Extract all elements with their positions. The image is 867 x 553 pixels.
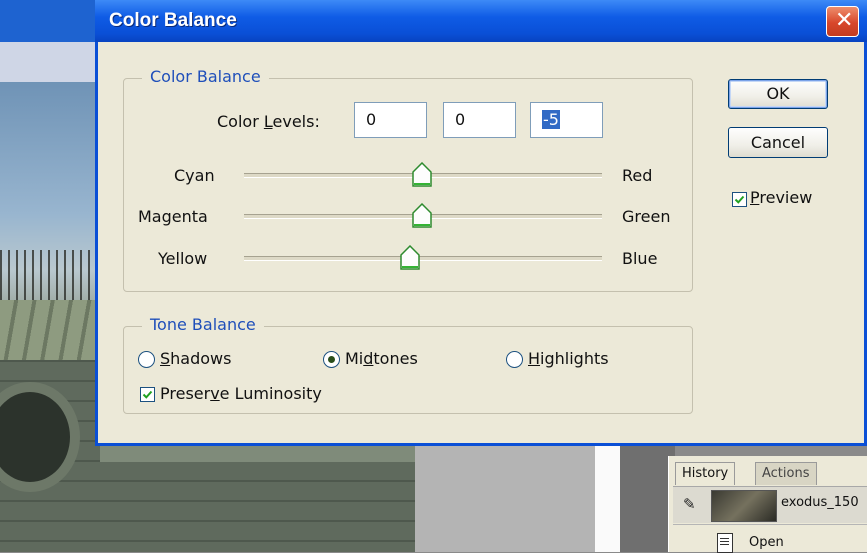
workspace-dark-area (620, 440, 675, 552)
yellow-blue-slider-track[interactable] (244, 256, 602, 261)
radio-selected-dot (328, 356, 335, 363)
history-brush-icon[interactable]: ✎ (683, 495, 701, 513)
close-button[interactable]: ✕ (826, 6, 859, 37)
highlights-radio[interactable] (506, 351, 523, 368)
snapshot-name: exodus_150 (781, 495, 859, 510)
shadows-radio[interactable] (138, 351, 155, 368)
photo-fence (0, 250, 100, 300)
tone-balance-group: Tone Balance Shadows Midtones Highlights… (123, 315, 693, 414)
cyan-red-level-input[interactable]: 0 (354, 102, 427, 138)
yellow-label: Yellow (158, 249, 208, 268)
tab-actions[interactable]: Actions (755, 462, 817, 485)
history-state-row[interactable]: Open (673, 524, 867, 553)
photo-roof (0, 300, 100, 360)
tone-balance-legend: Tone Balance (142, 315, 264, 334)
app-menu-area (0, 42, 100, 82)
close-icon: ✕ (835, 8, 854, 33)
preview-checkbox[interactable] (732, 192, 747, 207)
cyan-red-slider-thumb[interactable] (412, 162, 432, 188)
history-snapshot-row[interactable]: ✎ exodus_150 (673, 486, 867, 523)
check-icon (734, 195, 745, 204)
dialog-title: Color Balance (109, 10, 237, 31)
color-balance-legend: Color Balance (142, 67, 269, 86)
cyan-label: Cyan (174, 166, 215, 185)
magenta-green-level-input[interactable]: 0 (443, 102, 516, 138)
snapshot-thumbnail (711, 490, 777, 522)
shadows-label[interactable]: Shadows (160, 349, 231, 368)
tab-history[interactable]: History (675, 462, 736, 485)
color-levels-label: Color Levels: (217, 112, 320, 131)
red-label: Red (622, 166, 653, 185)
dialog-title-bar[interactable]: Color Balance ✕ (95, 0, 867, 42)
yellow-blue-slider-thumb[interactable] (400, 245, 420, 271)
workspace-background (415, 440, 595, 552)
check-icon (142, 390, 153, 399)
selected-level-text: -5 (542, 110, 560, 129)
history-state-label: Open (749, 535, 784, 550)
color-balance-dialog: Color Balance ✕ Color Balance Color Leve… (95, 0, 867, 446)
magenta-label: Magenta (138, 207, 208, 226)
preview-label[interactable]: Preview (750, 188, 812, 207)
workspace-divider (595, 440, 620, 552)
preserve-luminosity-label[interactable]: Preserve Luminosity (160, 384, 322, 403)
yellow-blue-level-input[interactable]: -5 (530, 102, 603, 138)
ok-button[interactable]: OK (728, 79, 828, 109)
history-panel: History Actions ✎ exodus_150 Open (668, 456, 867, 553)
midtones-label[interactable]: Midtones (345, 349, 418, 368)
document-icon (717, 533, 733, 553)
magenta-green-slider-thumb[interactable] (412, 203, 432, 229)
blue-label: Blue (622, 249, 658, 268)
green-label: Green (622, 207, 671, 226)
color-balance-group: Color Balance Color Levels: 0 0 -5 Cyan … (123, 67, 693, 292)
cancel-button[interactable]: Cancel (728, 127, 828, 158)
midtones-radio[interactable] (323, 351, 340, 368)
preserve-luminosity-checkbox[interactable] (140, 387, 155, 402)
highlights-label[interactable]: Highlights (528, 349, 609, 368)
